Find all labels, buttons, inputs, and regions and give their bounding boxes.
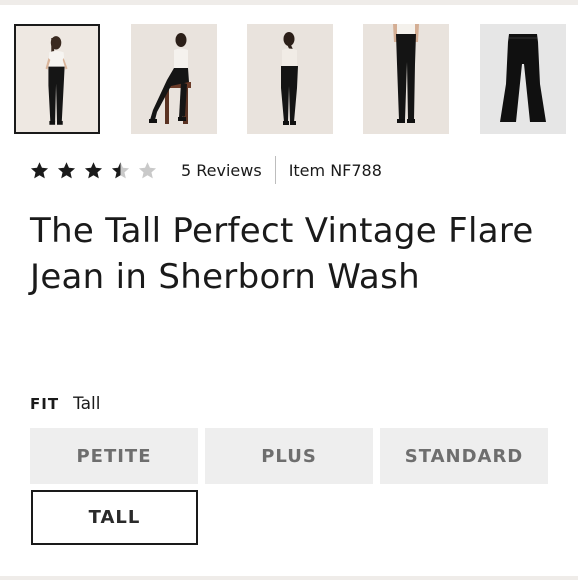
star-full-icon — [57, 161, 76, 178]
reviews-link[interactable]: 5 Reviews — [181, 161, 262, 180]
fit-option-plus[interactable]: PLUS — [205, 428, 373, 484]
star-empty-icon — [138, 161, 157, 178]
model-seated-image — [149, 33, 191, 124]
meta-divider — [274, 156, 276, 184]
product-title: The Tall Perfect Vintage Flare Jean in S… — [30, 211, 534, 297]
fit-selected-value: Tall — [73, 394, 101, 414]
fit-option-tall[interactable]: TALL — [31, 490, 198, 545]
item-number: Item NF788 — [288, 160, 382, 180]
thumbnail-seated-view[interactable] — [131, 24, 217, 134]
thumbnail-strip — [14, 24, 570, 136]
model-back-image — [281, 32, 298, 125]
top-border — [0, 0, 578, 5]
product-meta-row: 5 Reviews Item NF788 — [30, 156, 382, 184]
model-front-image — [45, 36, 68, 125]
jeans-flat-image — [500, 34, 546, 122]
star-rating — [30, 161, 165, 180]
thumbnail-front-view[interactable] — [14, 24, 100, 134]
thumbnail-flat-lay[interactable] — [480, 24, 566, 134]
bottom-border — [0, 576, 578, 580]
fit-option-standard[interactable]: STANDARD — [380, 428, 548, 484]
star-full-icon — [84, 161, 103, 178]
model-detail-image — [393, 24, 419, 123]
fit-selection-label: FIT Tall — [30, 394, 101, 414]
star-half-icon — [111, 161, 130, 178]
thumbnail-back-view[interactable] — [247, 24, 333, 134]
fit-option-petite[interactable]: PETITE — [30, 428, 198, 484]
star-full-icon — [30, 161, 49, 178]
fit-label: FIT — [30, 395, 60, 413]
thumbnail-detail-view[interactable] — [363, 24, 449, 134]
